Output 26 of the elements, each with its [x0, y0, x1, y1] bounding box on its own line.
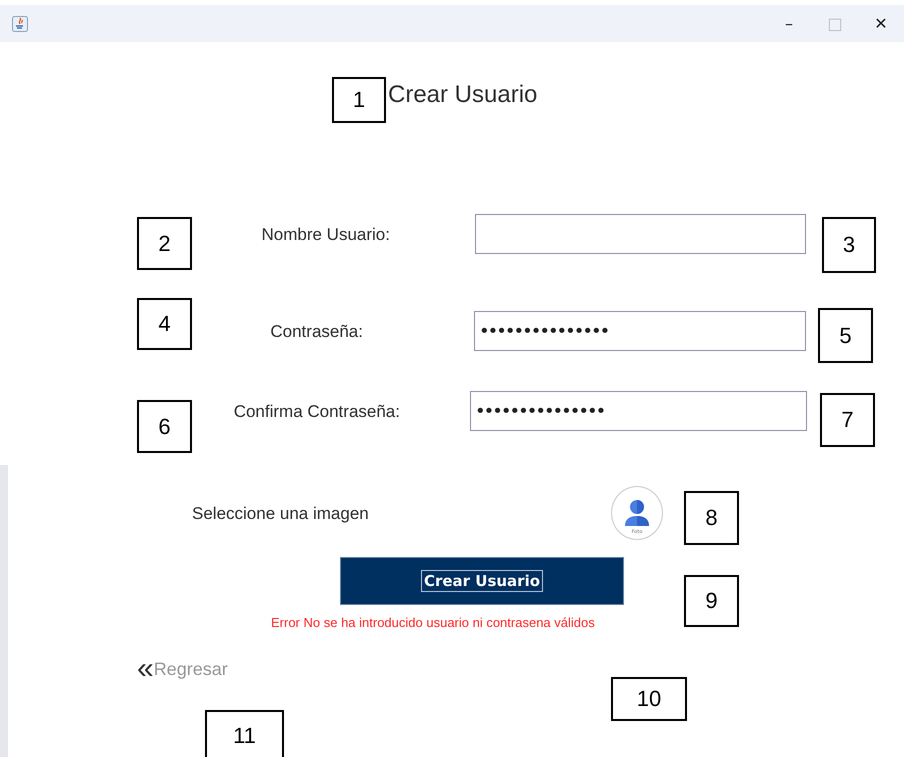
error-message: Error No se ha introducido usuario ni contrasena válidos	[271, 615, 595, 630]
annotation-marker: 10	[611, 677, 687, 721]
password-field[interactable]: •••••••••••••••	[470, 391, 807, 431]
image-label: Seleccione una imagen	[192, 504, 369, 524]
back-icon[interactable]: «	[137, 654, 154, 684]
close-button[interactable]: ✕	[858, 5, 904, 42]
username-field[interactable]	[475, 214, 806, 254]
annotation-marker: 2	[137, 217, 192, 270]
create-user-button[interactable]: Crear Usuario	[340, 557, 624, 605]
password-field[interactable]: •••••••••••••••	[474, 311, 806, 351]
field-label: Confirma Contraseña:	[234, 402, 400, 422]
person-icon	[622, 498, 652, 528]
annotation-marker: 11	[205, 710, 284, 757]
field-label: Nombre Usuario:	[262, 225, 390, 245]
annotation-marker: 1	[332, 77, 386, 123]
form-title: Crear Usuario	[388, 80, 538, 110]
annotation-marker: 6	[137, 400, 192, 453]
annotation-marker: 8	[684, 491, 739, 545]
annotation-marker: 5	[818, 308, 873, 363]
annotation-marker: 9	[684, 575, 739, 627]
field-label: Contraseña:	[270, 322, 363, 342]
annotation-marker: 3	[822, 217, 876, 273]
java-icon	[12, 16, 28, 32]
minimize-button[interactable]: –	[766, 5, 812, 42]
annotation-marker: 4	[137, 298, 192, 350]
annotation-marker: 7	[820, 393, 875, 447]
